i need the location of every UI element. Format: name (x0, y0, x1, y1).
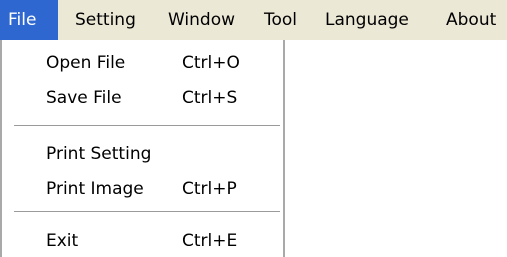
menu-file[interactable]: File (0, 0, 58, 40)
exit-label: Exit (46, 231, 79, 251)
save-file-label: Save File (46, 88, 122, 108)
menu-separator (14, 125, 280, 127)
menu-item-print-image[interactable]: Print Image Ctrl+P (4, 174, 285, 204)
open-file-label: Open File (46, 53, 126, 73)
menu-window-label: Window (168, 10, 236, 30)
exit-shortcut: Ctrl+E (182, 231, 238, 251)
menu-item-exit[interactable]: Exit Ctrl+E (4, 226, 285, 256)
menu-language-label: Language (325, 10, 409, 30)
menu-separator (14, 211, 280, 213)
menu-item-open-file[interactable]: Open File Ctrl+O (4, 48, 285, 78)
menu-window[interactable]: Window (168, 0, 235, 40)
menu-setting-label: Setting (75, 10, 136, 30)
menu-about[interactable]: About (446, 0, 496, 40)
open-file-shortcut: Ctrl+O (182, 53, 240, 73)
menu-language[interactable]: Language (325, 0, 409, 40)
menu-bar: File Setting Window Tool Language About (0, 0, 507, 40)
menu-file-label: File (8, 10, 37, 30)
menu-tool-label: Tool (264, 10, 298, 30)
menu-setting[interactable]: Setting (75, 0, 136, 40)
file-dropdown-menu: Open File Ctrl+O Save File Ctrl+S Print … (0, 40, 285, 257)
menu-item-print-setting[interactable]: Print Setting (4, 139, 285, 169)
menu-item-save-file[interactable]: Save File Ctrl+S (4, 83, 285, 113)
save-file-shortcut: Ctrl+S (182, 88, 238, 108)
menu-about-label: About (446, 10, 497, 30)
print-image-shortcut: Ctrl+P (182, 179, 237, 199)
print-image-label: Print Image (46, 179, 144, 199)
print-setting-label: Print Setting (46, 144, 152, 164)
menu-tool[interactable]: Tool (264, 0, 297, 40)
